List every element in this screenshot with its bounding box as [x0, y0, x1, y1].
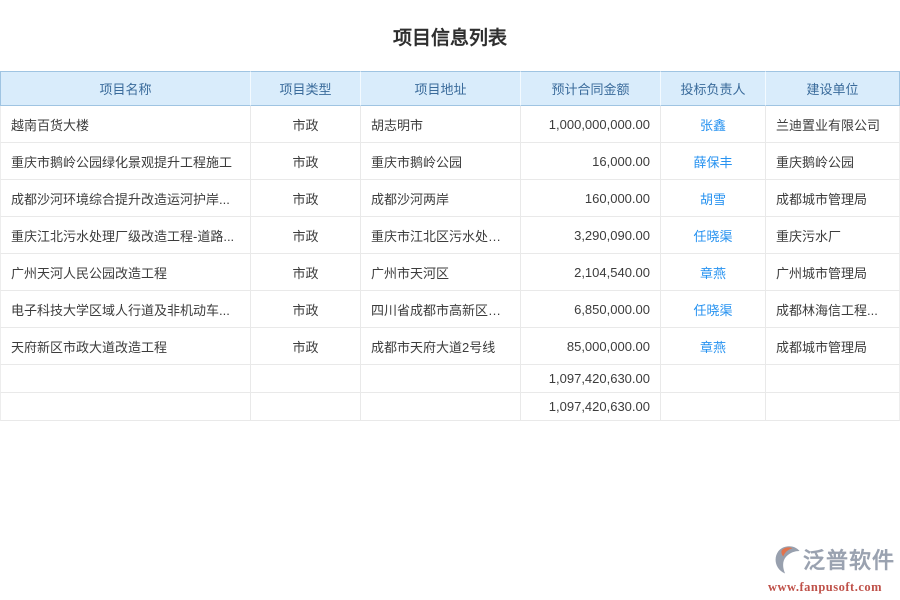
cell-project-name: 越南百货大楼 [0, 106, 250, 143]
cell-empty [250, 365, 360, 393]
cell-project-type: 市政 [250, 106, 360, 143]
bid-leader-link[interactable]: 薛保丰 [693, 155, 732, 170]
bid-leader-link[interactable]: 章燕 [700, 340, 726, 355]
cell-project-type: 市政 [250, 328, 360, 365]
cell-construction-unit: 广州城市管理局 [765, 254, 900, 291]
table-row: 电子科技大学区域人行道及非机动车... 市政 四川省成都市高新区西... 6,8… [0, 291, 900, 328]
cell-empty [250, 393, 360, 421]
cell-project-name: 成都沙河环境综合提升改造运河护岸... [0, 180, 250, 217]
cell-project-name: 天府新区市政大道改造工程 [0, 328, 250, 365]
cell-construction-unit: 成都城市管理局 [765, 180, 900, 217]
cell-project-type: 市政 [250, 291, 360, 328]
column-header-construction-unit: 建设单位 [765, 71, 900, 106]
vendor-logo: 泛普软件 www.fanpusoft.com [755, 544, 895, 594]
cell-empty [660, 393, 765, 421]
table-row: 重庆江北污水处理厂级改造工程-道路... 市政 重庆市江北区污水处理厂 3,29… [0, 217, 900, 254]
cell-empty [360, 393, 520, 421]
cell-construction-unit: 成都城市管理局 [765, 328, 900, 365]
cell-project-address: 胡志明市 [360, 106, 520, 143]
column-header-contract-amount: 预计合同金额 [520, 71, 660, 106]
table-row: 重庆市鹅岭公园绿化景观提升工程施工 市政 重庆市鹅岭公园 16,000.00 薛… [0, 143, 900, 180]
column-header-bid-leader: 投标负责人 [660, 71, 765, 106]
cell-empty [360, 365, 520, 393]
table-row: 越南百货大楼 市政 胡志明市 1,000,000,000.00 张鑫 兰迪置业有… [0, 106, 900, 143]
project-table: 项目名称 项目类型 项目地址 预计合同金额 投标负责人 建设单位 越南百货大楼 … [0, 71, 900, 421]
cell-summary-amount: 1,097,420,630.00 [520, 365, 660, 393]
cell-project-address: 成都市天府大道2号线 [360, 328, 520, 365]
cell-project-name: 广州天河人民公园改造工程 [0, 254, 250, 291]
cell-project-address: 重庆市鹅岭公园 [360, 143, 520, 180]
cell-project-address: 重庆市江北区污水处理厂 [360, 217, 520, 254]
cell-project-type: 市政 [250, 217, 360, 254]
cell-project-name: 重庆江北污水处理厂级改造工程-道路... [0, 217, 250, 254]
cell-contract-amount: 3,290,090.00 [520, 217, 660, 254]
cell-project-address: 四川省成都市高新区西... [360, 291, 520, 328]
cell-project-address: 成都沙河两岸 [360, 180, 520, 217]
cell-project-name: 重庆市鹅岭公园绿化景观提升工程施工 [0, 143, 250, 180]
cell-project-type: 市政 [250, 180, 360, 217]
column-header-project-address: 项目地址 [360, 71, 520, 106]
bid-leader-link[interactable]: 胡雪 [700, 192, 726, 207]
column-header-project-type: 项目类型 [250, 71, 360, 106]
cell-empty [660, 365, 765, 393]
cell-construction-unit: 重庆污水厂 [765, 217, 900, 254]
cell-empty [0, 365, 250, 393]
cell-empty [0, 393, 250, 421]
cell-empty [765, 365, 900, 393]
cell-contract-amount: 160,000.00 [520, 180, 660, 217]
vendor-brand-name: 泛普软件 [803, 550, 895, 572]
cell-project-name: 电子科技大学区域人行道及非机动车... [0, 291, 250, 328]
bid-leader-link[interactable]: 任晓渠 [693, 229, 732, 244]
summary-row: 1,097,420,630.00 [0, 393, 900, 421]
cell-construction-unit: 兰迪置业有限公司 [765, 106, 900, 143]
table-row: 成都沙河环境综合提升改造运河护岸... 市政 成都沙河两岸 160,000.00… [0, 180, 900, 217]
cell-summary-amount: 1,097,420,630.00 [520, 393, 660, 421]
table-row: 天府新区市政大道改造工程 市政 成都市天府大道2号线 85,000,000.00… [0, 328, 900, 365]
cell-empty [765, 393, 900, 421]
bid-leader-link[interactable]: 任晓渠 [693, 303, 732, 318]
column-header-project-name: 项目名称 [0, 71, 250, 106]
table-header-row: 项目名称 项目类型 项目地址 预计合同金额 投标负责人 建设单位 [0, 71, 900, 106]
cell-construction-unit: 重庆鹅岭公园 [765, 143, 900, 180]
cell-contract-amount: 6,850,000.00 [520, 291, 660, 328]
vendor-website-url: www.fanpusoft.com [755, 581, 895, 594]
cell-contract-amount: 2,104,540.00 [520, 254, 660, 291]
summary-row: 1,097,420,630.00 [0, 365, 900, 393]
bid-leader-link[interactable]: 张鑫 [700, 118, 726, 133]
cell-project-type: 市政 [250, 143, 360, 180]
cell-contract-amount: 85,000,000.00 [520, 328, 660, 365]
cell-project-type: 市政 [250, 254, 360, 291]
cell-contract-amount: 16,000.00 [520, 143, 660, 180]
cell-contract-amount: 1,000,000,000.00 [520, 106, 660, 143]
page-title: 项目信息列表 [0, 0, 900, 51]
cell-project-address: 广州市天河区 [360, 254, 520, 291]
cell-construction-unit: 成都林海信工程... [765, 291, 900, 328]
table-row: 广州天河人民公园改造工程 市政 广州市天河区 2,104,540.00 章燕 广… [0, 254, 900, 291]
fanpu-swirl-icon [774, 544, 801, 579]
bid-leader-link[interactable]: 章燕 [700, 266, 726, 281]
